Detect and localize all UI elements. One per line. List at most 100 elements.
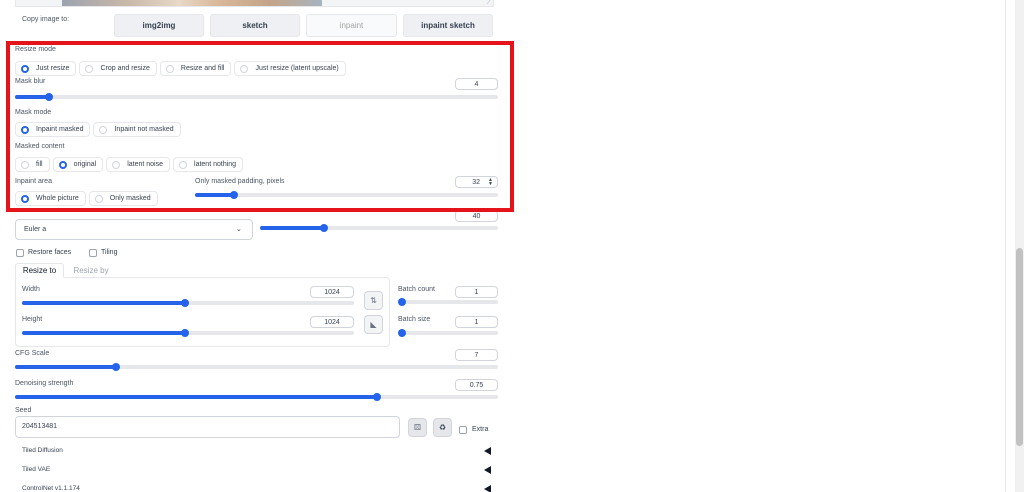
copy-image-label: Copy image to: [22, 16, 70, 23]
radio-dot-icon [85, 64, 94, 73]
scrollbar-track[interactable] [1015, 0, 1024, 492]
tab-resize-by[interactable]: Resize by [67, 263, 115, 278]
spinner-arrows-icon[interactable]: ▲ ▼ [488, 178, 493, 187]
restore-faces-checkbox[interactable] [16, 249, 24, 257]
resize-mode-crop-and-resize[interactable]: Crop and resize [79, 61, 157, 76]
random-seed-dice-icon[interactable]: ⚄ [408, 418, 427, 437]
resize-handle-icon[interactable]: ⟋ [487, 0, 491, 7]
slider-thumb[interactable] [398, 298, 406, 306]
extra-seed-checkbox[interactable] [459, 426, 467, 434]
radio-dot-icon [112, 160, 121, 169]
only-masked-padding-label: Only masked padding, pixels [195, 178, 285, 185]
denoising-strength-slider[interactable] [15, 393, 498, 401]
resize-mode-latent-upscale[interactable]: Just resize (latent upscale) [234, 61, 346, 76]
copy-to-img2img-button[interactable]: img2img [114, 14, 204, 37]
cfg-scale-label: CFG Scale [15, 350, 50, 357]
resize-mode-radio-group: Just resize Crop and resize Resize and f… [15, 61, 346, 76]
slider-thumb[interactable] [320, 224, 329, 232]
inpaint-area-whole-picture[interactable]: Whole picture [15, 191, 86, 206]
slider-thumb[interactable] [230, 191, 239, 199]
accordion-controlnet[interactable]: ControlNet v1.1.174 [22, 485, 80, 492]
batch-count-label: Batch count [398, 286, 435, 293]
swap-dimensions-icon[interactable]: ⇅ [364, 291, 383, 310]
seed-label: Seed [15, 407, 32, 414]
tiling-label: Tiling [101, 249, 118, 256]
slider-thumb[interactable] [373, 393, 382, 401]
cfg-scale-slider[interactable] [15, 363, 498, 371]
masked-content-latent-nothing[interactable]: latent nothing [173, 157, 244, 172]
radio-dot-icon [58, 160, 67, 169]
radio-dot-icon [179, 160, 188, 169]
height-slider[interactable] [22, 329, 354, 337]
tab-resize-to[interactable]: Resize to [15, 263, 64, 278]
mask-mode-radio-group: Inpaint masked Inpaint not masked [15, 122, 181, 137]
slider-thumb[interactable] [44, 93, 53, 101]
accordion-tiled-diffusion[interactable]: Tiled Diffusion [22, 447, 63, 454]
tiling-checkbox[interactable] [89, 249, 97, 257]
sampling-steps-input[interactable]: 40 [455, 210, 498, 222]
inpaint-area-label: Inpaint area [15, 178, 52, 185]
mask-mode-inpaint-masked[interactable]: Inpaint masked [15, 122, 91, 137]
accordion-tiled-vae[interactable]: Tiled VAE [22, 466, 50, 473]
radio-dot-icon [21, 160, 29, 169]
resize-mode-just-resize[interactable]: Just resize [15, 61, 77, 76]
cfg-scale-input[interactable]: 7 [455, 349, 498, 361]
copy-to-sketch-button[interactable]: sketch [210, 14, 300, 37]
sampling-method-dropdown[interactable]: Euler a ⌄ [15, 219, 253, 240]
scrollbar-thumb[interactable] [1016, 248, 1023, 446]
radio-dot-icon [240, 64, 249, 73]
height-label: Height [22, 316, 43, 323]
batch-count-slider[interactable] [398, 298, 498, 306]
resize-mode-label: Resize mode [15, 46, 56, 53]
mask-blur-label: Mask blur [15, 78, 46, 85]
collapse-triangle-icon[interactable] [484, 447, 491, 455]
slider-thumb[interactable] [398, 329, 406, 337]
only-masked-padding-slider[interactable] [195, 191, 498, 199]
inpaint-area-radio-group: Whole picture Only masked [15, 191, 158, 206]
mask-mode-inpaint-not-masked[interactable]: Inpaint not masked [93, 122, 181, 137]
resize-mode-resize-and-fill[interactable]: Resize and fill [159, 61, 232, 76]
radio-dot-icon [21, 194, 29, 203]
mask-blur-slider[interactable] [15, 93, 498, 101]
batch-count-input[interactable]: 1 [455, 286, 498, 298]
copy-to-inpaint-button[interactable]: inpaint [306, 14, 397, 37]
batch-size-input[interactable]: 1 [455, 316, 498, 328]
radio-dot-icon [94, 194, 103, 203]
inpaint-area-only-masked[interactable]: Only masked [88, 191, 158, 206]
masked-content-label: Masked content [15, 143, 65, 150]
masked-content-latent-noise[interactable]: latent noise [106, 157, 171, 172]
seed-input[interactable]: 204513481 [15, 416, 400, 438]
copy-to-inpaint-sketch-button[interactable]: inpaint sketch [403, 14, 493, 37]
radio-dot-icon [99, 125, 108, 134]
collapse-triangle-icon[interactable] [484, 466, 491, 474]
slider-thumb[interactable] [112, 363, 121, 371]
denoising-strength-input[interactable]: 0.75 [455, 379, 498, 391]
radio-dot-icon [21, 64, 29, 73]
slider-thumb[interactable] [180, 329, 189, 337]
batch-size-label: Batch size [398, 316, 431, 323]
aspect-ratio-icon[interactable]: ◣ [364, 315, 383, 334]
radio-dot-icon [165, 64, 174, 73]
collapse-triangle-icon[interactable] [484, 485, 491, 492]
right-panel-divider [1005, 0, 1006, 492]
masked-content-fill[interactable]: fill [15, 157, 50, 172]
image-preview [62, 0, 322, 6]
slider-thumb[interactable] [180, 299, 189, 307]
restore-faces-label: Restore faces [28, 249, 72, 256]
width-slider[interactable] [22, 299, 354, 307]
masked-content-original[interactable]: original [52, 157, 104, 172]
width-label: Width [22, 286, 40, 293]
image-preview-strip: ⟋ [15, 0, 494, 7]
width-input[interactable]: 1024 [310, 286, 354, 298]
mask-blur-input[interactable]: 4 [455, 78, 498, 90]
extra-seed-label: Extra [472, 426, 489, 433]
mask-mode-label: Mask mode [15, 109, 52, 116]
radio-dot-icon [21, 125, 29, 134]
batch-size-slider[interactable] [398, 329, 498, 337]
only-masked-padding-input[interactable]: 32 ▲ ▼ [455, 176, 498, 188]
chevron-down-icon: ⌄ [236, 226, 242, 233]
denoising-strength-label: Denoising strength [15, 380, 74, 387]
height-input[interactable]: 1024 [310, 316, 354, 328]
reuse-seed-recycle-icon[interactable]: ♻ [433, 418, 452, 437]
sampling-steps-slider[interactable] [260, 224, 498, 232]
